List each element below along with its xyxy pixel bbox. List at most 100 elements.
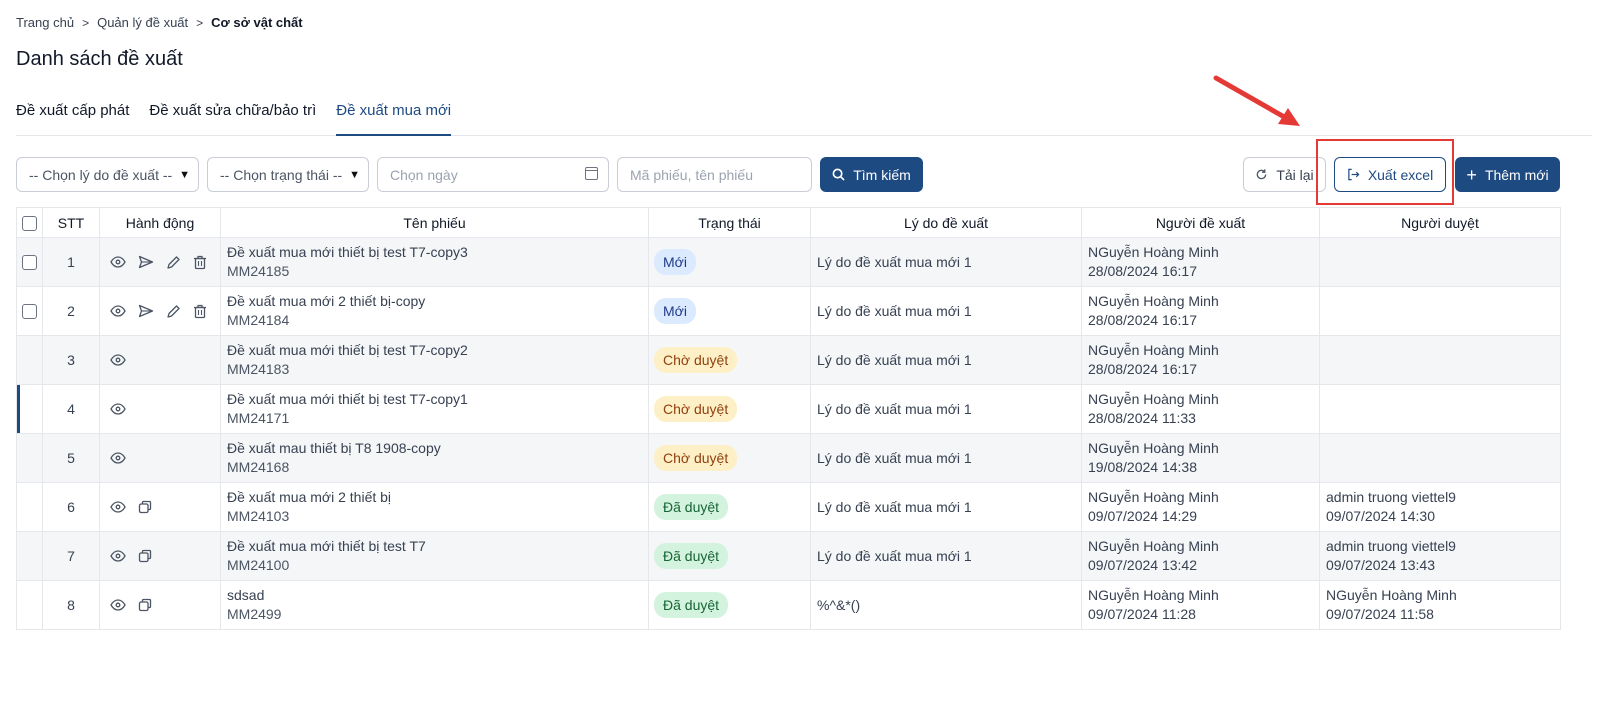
- status-badge: Chờ duyệt: [654, 445, 738, 471]
- status-select[interactable]: -- Chọn trạng thái -- ▼: [207, 157, 369, 192]
- status-badge: Đã duyệt: [654, 592, 729, 618]
- breadcrumb-level2[interactable]: Quản lý đề xuất: [97, 15, 188, 30]
- row-reason: %^&*(): [817, 597, 861, 613]
- table-row[interactable]: 5 Đề xuất mau thiết bị T8 1908-copy MM2416…: [16, 433, 1561, 483]
- pencil-icon[interactable]: [166, 255, 181, 270]
- row-proposer: NGuyễn Hoàng Minh: [1088, 244, 1219, 260]
- row-name[interactable]: Đề xuất mua mới thiết bị test T7-copy2: [221, 341, 648, 360]
- status-badge: Chờ duyệt: [654, 347, 738, 373]
- copy-icon[interactable]: [138, 500, 152, 514]
- table-row[interactable]: 7 Đề xuất mua mới thiết bị test T7 MM24100…: [16, 531, 1561, 581]
- select-all-cell: [16, 207, 43, 238]
- row-proposer-cell: NGuyễn Hoàng Minh 19/08/2024 14:38: [1081, 433, 1320, 483]
- row-status-cell: Chờ duyệt: [648, 335, 811, 385]
- row-name-cell: Đề xuất mua mới 2 thiết bị-copy MM24184: [220, 286, 649, 336]
- page-title: Danh sách đề xuất: [16, 48, 183, 70]
- send-icon[interactable]: [138, 304, 154, 318]
- add-new-button-label: Thêm mới: [1484, 166, 1549, 183]
- row-approver-cell: [1319, 433, 1561, 483]
- table-row[interactable]: 1 Đề xuất mua mới thiết bị test T7-copy3 M…: [16, 237, 1561, 287]
- select-all-checkbox[interactable]: [22, 215, 37, 231]
- row-code: MM24185: [227, 263, 290, 279]
- eye-icon[interactable]: [110, 599, 126, 611]
- row-code: MM2499: [227, 606, 282, 622]
- row-proposer: NGuyễn Hoàng Minh: [1088, 391, 1219, 407]
- row-reason: Lý do đề xuất mua mới 1: [817, 548, 972, 564]
- row-proposer-cell: NGuyễn Hoàng Minh 28/08/2024 16:17: [1081, 237, 1320, 287]
- eye-icon[interactable]: [110, 354, 126, 366]
- row-approver: NGuyễn Hoàng Minh: [1326, 587, 1457, 603]
- row-stt: 2: [42, 286, 100, 336]
- row-proposed-at: 09/07/2024 14:29: [1088, 508, 1197, 524]
- header-stt[interactable]: STT: [42, 207, 100, 238]
- refresh-icon: [1256, 169, 1267, 180]
- copy-icon[interactable]: [138, 549, 152, 563]
- row-proposer: NGuyễn Hoàng Minh: [1088, 293, 1219, 309]
- eye-icon[interactable]: [110, 452, 126, 464]
- row-name-cell: Đề xuất mua mới thiết bị test T7-copy2 MM…: [220, 335, 649, 385]
- row-approver-cell: [1319, 384, 1561, 434]
- breadcrumb-home[interactable]: Trang chủ: [16, 15, 74, 30]
- keyword-input[interactable]: Mã phiếu, tên phiếu: [617, 157, 812, 192]
- row-name[interactable]: Đề xuất mua mới thiết bị test T7: [221, 537, 648, 556]
- reload-button[interactable]: Tải lại: [1243, 157, 1326, 192]
- reason-select[interactable]: -- Chọn lý do đề xuất -- ▼: [16, 157, 199, 192]
- row-proposed-at: 28/08/2024 16:17: [1088, 312, 1197, 328]
- table-row[interactable]: 3 Đề xuất mua mới thiết bị test T7-copy2 M…: [16, 335, 1561, 385]
- row-name[interactable]: sdsad: [221, 586, 648, 605]
- row-approver-cell: [1319, 335, 1561, 385]
- row-select-cell: [16, 286, 43, 336]
- table-row[interactable]: 4 Đề xuất mua mới thiết bị test T7-copy1 M…: [16, 384, 1561, 434]
- status-badge: Mới: [654, 249, 696, 275]
- copy-icon[interactable]: [138, 598, 152, 612]
- chevron-right-icon: >: [82, 15, 90, 30]
- tab-new-purchase[interactable]: Đề xuất mua mới: [336, 96, 452, 136]
- row-name[interactable]: Đề xuất mua mới thiết bị test T7-copy3: [221, 243, 648, 262]
- row-reason-cell: Lý do đề xuất mua mới 1: [810, 384, 1082, 434]
- search-button[interactable]: Tìm kiếm: [820, 157, 923, 192]
- row-name-cell: sdsad MM2499: [220, 580, 649, 630]
- tab-repair-maintenance[interactable]: Đề xuất sửa chữa/bảo trì: [149, 96, 316, 136]
- tab-allocation[interactable]: Đề xuất cấp phát: [16, 96, 129, 136]
- table-row[interactable]: 6 Đề xuất mua mới 2 thiết bị MM24103 Đã duy…: [16, 482, 1561, 532]
- row-name[interactable]: Đề xuất mua mới 2 thiết bị: [221, 488, 648, 507]
- row-proposer: NGuyễn Hoàng Minh: [1088, 342, 1219, 358]
- eye-icon[interactable]: [110, 501, 126, 513]
- eye-icon[interactable]: [110, 256, 126, 268]
- chevron-down-icon: ▼: [179, 168, 190, 181]
- header-approver[interactable]: Người duyệt: [1319, 207, 1561, 238]
- eye-icon[interactable]: [110, 550, 126, 562]
- send-icon[interactable]: [138, 255, 154, 269]
- status-badge: Mới: [654, 298, 696, 324]
- row-approved-at: 09/07/2024 14:30: [1326, 508, 1435, 524]
- status-badge: Chờ duyệt: [654, 396, 738, 422]
- row-checkbox[interactable]: [22, 304, 37, 320]
- trash-icon[interactable]: [193, 255, 207, 270]
- row-reason: Lý do đề xuất mua mới 1: [817, 499, 972, 515]
- row-status-cell: Mới: [648, 237, 811, 287]
- row-status-cell: Đã duyệt: [648, 531, 811, 581]
- tab-bar: Đề xuất cấp phát Đề xuất sửa chữa/bảo tr…: [16, 96, 1592, 136]
- add-new-button[interactable]: + Thêm mới: [1455, 157, 1560, 192]
- eye-icon[interactable]: [110, 305, 126, 317]
- row-name[interactable]: Đề xuất mua mới thiết bị test T7-copy1: [221, 390, 648, 409]
- eye-icon[interactable]: [110, 403, 126, 415]
- calendar-icon[interactable]: [585, 167, 598, 180]
- row-actions: [99, 335, 221, 385]
- date-input[interactable]: Chọn ngày: [377, 157, 609, 192]
- row-name[interactable]: Đề xuất mau thiết bị T8 1908-copy: [221, 439, 648, 458]
- header-status[interactable]: Trạng thái: [648, 207, 811, 238]
- row-code: MM24171: [227, 410, 290, 426]
- header-reason[interactable]: Lý do đề xuất: [810, 207, 1082, 238]
- row-proposed-at: 28/08/2024 16:17: [1088, 263, 1197, 279]
- row-checkbox[interactable]: [22, 255, 37, 271]
- pencil-icon[interactable]: [166, 304, 181, 319]
- trash-icon[interactable]: [193, 304, 207, 319]
- header-action: Hành động: [99, 207, 221, 238]
- table-row[interactable]: 2 Đề xuất mua mới 2 thiết bị-copy MM24184 M…: [16, 286, 1561, 336]
- row-name[interactable]: Đề xuất mua mới 2 thiết bị-copy: [221, 292, 648, 311]
- row-proposer: NGuyễn Hoàng Minh: [1088, 587, 1219, 603]
- header-proposer[interactable]: Người đề xuất: [1081, 207, 1320, 238]
- table-row[interactable]: 8 sdsad MM2499 Đã duyệt %^&*() NGuyễn Hoàng M…: [16, 580, 1561, 630]
- header-name[interactable]: Tên phiếu: [220, 207, 649, 238]
